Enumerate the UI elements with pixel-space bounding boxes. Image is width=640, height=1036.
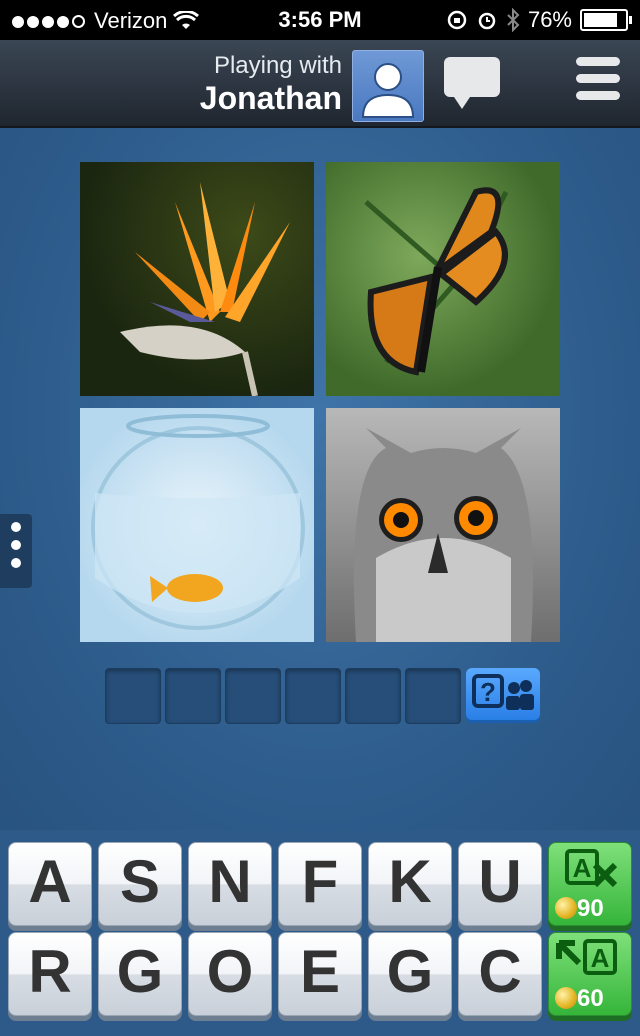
powerup-cost: 90 bbox=[577, 895, 604, 922]
letter-key[interactable]: S bbox=[98, 842, 182, 926]
monarch-butterfly-image bbox=[326, 162, 560, 396]
playing-with-label: Playing with bbox=[213, 52, 342, 79]
opponent-info: Playing with Jonathan bbox=[200, 52, 342, 117]
letter-key[interactable]: G bbox=[98, 932, 182, 1016]
opponent-name: Jonathan bbox=[199, 80, 342, 116]
game-header: Playing with Jonathan bbox=[0, 40, 640, 129]
letter-key[interactable]: R bbox=[8, 932, 92, 1016]
letter-key[interactable]: F bbox=[278, 842, 362, 926]
reveal-letter-button[interactable]: A 60 bbox=[548, 932, 632, 1016]
answer-slot[interactable] bbox=[285, 668, 341, 724]
svg-text:?: ? bbox=[480, 677, 496, 707]
svg-text:A: A bbox=[591, 943, 610, 973]
chat-bubble-icon[interactable] bbox=[444, 57, 500, 109]
coin-icon bbox=[555, 897, 577, 919]
letter-key[interactable]: E bbox=[278, 932, 362, 1016]
reveal-letter-icon: A bbox=[556, 939, 617, 975]
question-people-icon: ? bbox=[472, 674, 534, 710]
bluetooth-icon bbox=[507, 8, 520, 32]
goldfish-bowl-image bbox=[80, 408, 314, 642]
svg-text:A: A bbox=[573, 853, 592, 883]
answer-slot[interactable] bbox=[225, 668, 281, 724]
remove-letters-icon: A bbox=[565, 849, 618, 888]
hamburger-menu-icon[interactable] bbox=[576, 57, 620, 107]
letter-key[interactable]: C bbox=[458, 932, 542, 1016]
battery-percent: 76% bbox=[527, 7, 572, 32]
battery-icon bbox=[580, 9, 632, 31]
letter-key[interactable]: N bbox=[188, 842, 272, 926]
answer-slot[interactable] bbox=[345, 668, 401, 724]
letter-key[interactable]: O bbox=[188, 932, 272, 1016]
letter-key[interactable]: K bbox=[368, 842, 452, 926]
ask-friends-hint-button[interactable]: ? bbox=[466, 668, 540, 720]
answer-slot[interactable] bbox=[405, 668, 461, 724]
person-avatar-icon[interactable] bbox=[352, 50, 424, 122]
bird-of-paradise-flower-image bbox=[80, 162, 314, 396]
owl-image bbox=[326, 408, 560, 642]
letter-key[interactable]: U bbox=[458, 842, 542, 926]
status-bar: Verizon 3:56 PM 76% bbox=[0, 0, 640, 40]
alarm-icon bbox=[478, 12, 496, 30]
letter-key[interactable]: A bbox=[8, 842, 92, 926]
letter-key[interactable]: G bbox=[368, 932, 452, 1016]
side-panel-tab[interactable] bbox=[0, 514, 32, 588]
answer-slot[interactable] bbox=[105, 668, 161, 724]
powerup-cost: 60 bbox=[577, 985, 604, 1012]
status-right: 76% bbox=[446, 7, 632, 33]
answer-slot[interactable] bbox=[165, 668, 221, 724]
coin-icon bbox=[555, 987, 577, 1009]
rotation-lock-icon bbox=[447, 10, 467, 30]
remove-letters-button[interactable]: A 90 bbox=[548, 842, 632, 926]
